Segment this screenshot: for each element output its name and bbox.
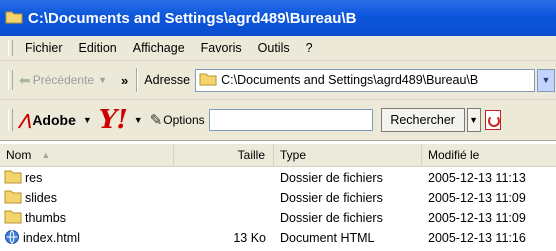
address-field[interactable]: C:\Documents and Settings\agrd489\Bureau… bbox=[195, 68, 535, 92]
folder-icon bbox=[5, 10, 23, 27]
adobe-label: Adobe bbox=[32, 112, 76, 128]
chevron-down-icon[interactable]: ▼ bbox=[83, 115, 92, 125]
address-dropdown-button[interactable]: ▼ bbox=[537, 68, 555, 92]
toolbar-grip[interactable] bbox=[8, 70, 13, 90]
column-header-type-label: Type bbox=[280, 148, 307, 162]
menu-edition[interactable]: Edition bbox=[71, 41, 125, 55]
column-header-name[interactable]: Nom ▲ bbox=[0, 144, 174, 166]
file-modified: 2005-12-13 11:13 bbox=[428, 171, 526, 185]
file-name: slides bbox=[25, 191, 57, 205]
file-row[interactable]: res Dossier de fichiers 2005-12-13 11:13 bbox=[0, 168, 556, 188]
column-header-row: Nom ▲ Taille Type Modifié le bbox=[0, 144, 556, 167]
yahoo-toolbar: ⋀ Adobe ▼ Y! ▼ ✎ Options Rechercher ▼ bbox=[0, 100, 556, 141]
sort-ascending-icon: ▲ bbox=[41, 150, 51, 160]
file-modified: 2005-12-13 11:09 bbox=[428, 211, 526, 225]
file-row[interactable]: index.html 13 Ko Document HTML 2005-12-1… bbox=[0, 228, 556, 248]
html-file-icon bbox=[4, 229, 20, 248]
folder-icon bbox=[4, 209, 22, 227]
search-button[interactable]: Rechercher bbox=[380, 108, 465, 132]
search-input[interactable] bbox=[208, 109, 373, 131]
yahoo-logo-icon[interactable]: Y! bbox=[99, 105, 128, 135]
folder-icon bbox=[4, 169, 22, 187]
title-bar: C:\Documents and Settings\agrd489\Bureau… bbox=[0, 0, 556, 36]
menu-favoris[interactable]: Favoris bbox=[193, 41, 250, 55]
back-label: Précédente bbox=[32, 73, 95, 87]
file-type: Dossier de fichiers bbox=[280, 171, 383, 185]
file-list: res Dossier de fichiers 2005-12-13 11:13… bbox=[0, 168, 556, 248]
menu-fichier[interactable]: Fichier bbox=[17, 41, 71, 55]
column-header-type[interactable]: Type bbox=[274, 144, 422, 166]
file-type: Document HTML bbox=[280, 231, 375, 245]
column-header-modified[interactable]: Modifié le bbox=[422, 144, 556, 166]
menu-outils[interactable]: Outils bbox=[250, 41, 298, 55]
file-type: Dossier de fichiers bbox=[280, 191, 383, 205]
chevron-down-icon[interactable]: ▼ bbox=[98, 75, 107, 85]
column-header-size[interactable]: Taille bbox=[174, 144, 274, 166]
file-modified: 2005-12-13 11:09 bbox=[428, 191, 526, 205]
file-name: index.html bbox=[23, 231, 80, 245]
file-size: 13 Ko bbox=[233, 231, 266, 245]
chevron-down-icon[interactable]: ▼ bbox=[134, 115, 143, 125]
file-modified: 2005-12-13 11:16 bbox=[428, 231, 526, 245]
column-header-size-label: Taille bbox=[237, 148, 265, 162]
adobe-logo-icon: ⋀ bbox=[19, 112, 32, 129]
file-row[interactable]: thumbs Dossier de fichiers 2005-12-13 11… bbox=[0, 208, 556, 228]
pdf-icon[interactable] bbox=[484, 110, 501, 130]
folder-icon bbox=[199, 72, 217, 89]
toolbar-overflow-chevron[interactable]: » bbox=[121, 73, 128, 88]
pencil-icon[interactable]: ✎ bbox=[150, 111, 163, 129]
menu-help[interactable]: ? bbox=[298, 41, 321, 55]
address-value: C:\Documents and Settings\agrd489\Bureau… bbox=[221, 73, 479, 87]
menu-bar: Fichier Edition Affichage Favoris Outils… bbox=[0, 36, 556, 61]
toolbar-grip[interactable] bbox=[8, 109, 13, 131]
file-type: Dossier de fichiers bbox=[280, 211, 383, 225]
back-arrow-icon: ⬅ bbox=[19, 71, 31, 88]
back-button[interactable]: ⬅ Précédente ▼ bbox=[19, 72, 107, 89]
folder-icon bbox=[4, 189, 22, 207]
column-header-name-label: Nom bbox=[6, 148, 32, 162]
file-row[interactable]: slides Dossier de fichiers 2005-12-13 11… bbox=[0, 188, 556, 208]
search-dropdown-button[interactable]: ▼ bbox=[466, 108, 481, 132]
file-name: res bbox=[25, 171, 43, 185]
window-title: C:\Documents and Settings\agrd489\Bureau… bbox=[28, 9, 357, 27]
toolbar-grip[interactable] bbox=[8, 40, 13, 56]
address-label: Adresse bbox=[144, 73, 191, 87]
column-header-modified-label: Modifié le bbox=[428, 148, 480, 162]
menu-affichage[interactable]: Affichage bbox=[125, 41, 193, 55]
toolbar-separator bbox=[136, 68, 139, 92]
adobe-button[interactable]: ⋀ Adobe bbox=[19, 111, 76, 129]
file-name: thumbs bbox=[25, 211, 66, 225]
address-toolbar: ⬅ Précédente ▼ » Adresse C:\Documents an… bbox=[0, 61, 556, 100]
options-button[interactable]: Options bbox=[163, 113, 204, 127]
